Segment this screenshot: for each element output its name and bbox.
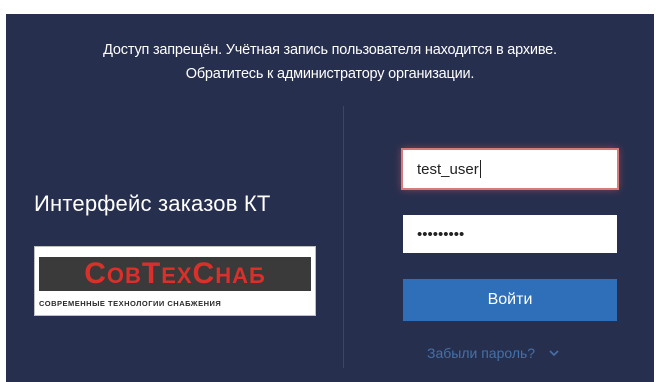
logo-part-1: ОВ [106, 263, 142, 288]
app-title: Интерфейс заказов КТ [34, 191, 271, 216]
username-value: test_user [417, 160, 479, 178]
chevron-down-icon [549, 350, 559, 357]
login-panel: Доступ запрещён. Учётная запись пользова… [6, 14, 654, 382]
login-button[interactable]: Войти [403, 279, 617, 321]
logo-part-3: НАБ [215, 263, 266, 288]
password-input[interactable]: ••••••••• [403, 215, 617, 253]
logo-wordmark: СОВТЕХСНАБ [39, 257, 311, 291]
company-logo: СОВТЕХСНАБ СОВРЕМЕННЫЕ ТЕХНОЛОГИИ СНАБЖЕ… [34, 246, 316, 316]
vertical-divider [343, 106, 344, 368]
logo-letter-3: С [192, 257, 216, 290]
text-caret [479, 160, 481, 178]
password-mask: ••••••••• [417, 225, 465, 243]
logo-letter-1: С [84, 257, 107, 290]
username-input[interactable]: test_user [403, 150, 617, 188]
logo-subtitle: СОВРЕМЕННЫЕ ТЕХНОЛОГИИ СНАБЖЕНИЯ [39, 299, 222, 308]
logo-part-2: ЕХ [161, 263, 193, 288]
message-line-2: Обратитесь к администратору организации. [185, 66, 475, 82]
logo-letter-2: Т [141, 257, 162, 290]
forgot-password-link[interactable]: Забыли пароль? [427, 345, 561, 361]
forgot-password-label: Забыли пароль? [427, 345, 536, 361]
message-line-1: Доступ запрещён. Учётная запись пользова… [103, 42, 557, 58]
access-denied-message: Доступ запрещён. Учётная запись пользова… [6, 38, 654, 86]
